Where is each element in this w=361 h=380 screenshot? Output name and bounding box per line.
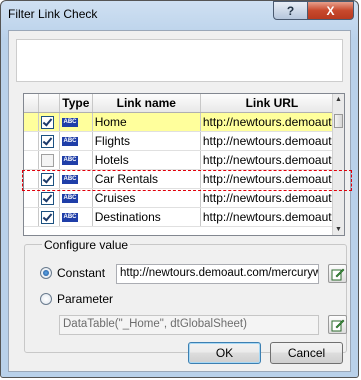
row-checkbox[interactable] (40, 211, 54, 225)
row-checkbox[interactable] (40, 154, 54, 168)
dialog-body: Type Link name Link URL ABC Home http://ne… (8, 30, 352, 372)
row-checkbox-cell[interactable] (38, 150, 61, 170)
row-checkbox[interactable] (40, 116, 54, 130)
text-type-icon: ABC (62, 118, 79, 128)
window-title: Filter Link Check (8, 7, 98, 21)
edit-pencil-icon (331, 268, 345, 281)
text-type-icon: ABC (62, 213, 79, 223)
link-name-cell[interactable]: Cruises (92, 188, 201, 208)
text-type-icon: ABC (62, 175, 79, 185)
column-header-type[interactable]: Type (59, 94, 93, 113)
help-button[interactable]: ? (273, 1, 308, 20)
parameter-value-field: DataTable("_Home", dtGlobalSheet) (59, 315, 319, 335)
type-cell: ABC (59, 207, 93, 227)
table-row[interactable]: ABC Home http://newtours.demoaut.c (24, 112, 344, 132)
link-url-cell[interactable]: http://newtours.demoaut. (200, 169, 344, 189)
check-header (38, 94, 61, 113)
row-checkbox-cell[interactable] (38, 207, 61, 227)
table-row[interactable]: ABC Car Rentals http://newtours.demoaut. (24, 169, 344, 189)
text-type-icon: ABC (62, 137, 79, 147)
type-cell: ABC (59, 169, 93, 189)
cancel-button[interactable]: Cancel (270, 342, 343, 364)
type-cell: ABC (59, 131, 93, 151)
constant-label: Constant (57, 266, 106, 280)
row-checkbox[interactable] (40, 135, 54, 149)
row-selector[interactable] (24, 207, 39, 227)
row-checkbox-cell[interactable] (38, 188, 61, 208)
links-table: Type Link name Link URL ABC Home http://ne… (23, 93, 345, 236)
row-checkbox[interactable] (40, 192, 54, 206)
row-selector-header (24, 94, 39, 113)
type-cell: ABC (59, 112, 93, 132)
link-url-cell[interactable]: http://newtours.demoaut. (200, 150, 344, 170)
parameter-radio[interactable] (40, 293, 52, 305)
row-selector[interactable] (24, 150, 39, 170)
constant-value-field[interactable]: http://newtours.demoaut.com/mercuryw (116, 264, 319, 284)
row-selector[interactable] (24, 169, 39, 189)
link-url-cell[interactable]: http://newtours.demoaut.c (200, 112, 344, 132)
table-row[interactable]: ABC Flights http://newtours.demoaut. (24, 131, 344, 151)
ok-button[interactable]: OK (188, 342, 261, 364)
column-header-link-name[interactable]: Link name (92, 94, 201, 113)
column-header-link-url[interactable]: Link URL (200, 94, 344, 113)
vertical-scrollbar[interactable]: ▲ ▼ (332, 94, 344, 235)
link-name-cell[interactable]: Flights (92, 131, 201, 151)
row-selector[interactable] (24, 112, 39, 132)
top-panel (16, 39, 343, 82)
text-type-icon: ABC (62, 194, 79, 204)
table-row[interactable]: ABC Cruises http://newtours.demoaut. (24, 188, 344, 208)
filter-link-check-dialog: Filter Link Check ? X Type Link name Lin… (0, 0, 359, 378)
text-type-icon: ABC (62, 156, 79, 166)
row-selector[interactable] (24, 131, 39, 151)
row-checkbox-cell[interactable] (38, 131, 61, 151)
constant-radio[interactable] (40, 267, 52, 279)
type-cell: ABC (59, 150, 93, 170)
parameter-edit-button (328, 315, 347, 334)
table-row[interactable]: ABC Destinations http://newtours.demoaut. (24, 207, 344, 227)
row-checkbox[interactable] (40, 173, 54, 187)
link-name-cell[interactable]: Car Rentals (92, 169, 201, 189)
link-url-cell[interactable]: http://newtours.demoaut. (200, 188, 344, 208)
link-name-cell[interactable]: Destinations (92, 207, 201, 227)
scroll-up-arrow-icon[interactable]: ▲ (333, 94, 344, 105)
row-checkbox-cell[interactable] (38, 112, 61, 132)
row-checkbox-cell[interactable] (38, 169, 61, 189)
link-name-cell[interactable]: Home (92, 112, 201, 132)
table-row[interactable]: ABC Hotels http://newtours.demoaut. (24, 150, 344, 170)
link-url-cell[interactable]: http://newtours.demoaut. (200, 207, 344, 227)
title-bar: Filter Link Check ? X (1, 1, 358, 31)
scroll-down-arrow-icon[interactable]: ▼ (333, 224, 344, 235)
close-button[interactable]: X (307, 1, 354, 20)
row-selector[interactable] (24, 188, 39, 208)
configure-value-label: Configure value (42, 238, 131, 252)
table-header-row: Type Link name Link URL (24, 94, 344, 113)
scroll-thumb[interactable] (334, 114, 343, 128)
type-cell: ABC (59, 188, 93, 208)
parameter-label: Parameter (57, 292, 114, 306)
constant-edit-button[interactable] (328, 264, 347, 283)
edit-pencil-icon (331, 319, 345, 332)
link-name-cell[interactable]: Hotels (92, 150, 201, 170)
link-url-cell[interactable]: http://newtours.demoaut. (200, 131, 344, 151)
